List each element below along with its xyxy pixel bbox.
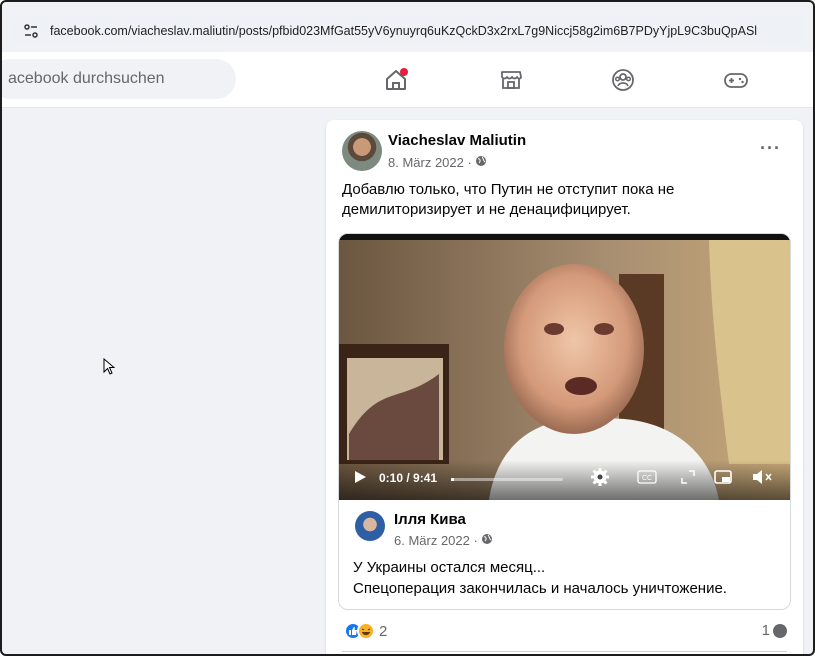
shared-date[interactable]: 6. März 2022 · [394, 533, 493, 548]
globe-icon [481, 533, 493, 548]
svg-text:CC: CC [642, 475, 652, 482]
more-options-button[interactable]: ··· [760, 138, 781, 159]
video-progress-fill [451, 478, 454, 481]
home-icon[interactable] [381, 65, 411, 95]
address-bar[interactable]: facebook.com/viacheslav.maliutin/posts/p… [10, 16, 807, 46]
play-icon[interactable] [353, 470, 367, 489]
post-date-text: 8. März 2022 · [388, 155, 472, 170]
mute-icon[interactable] [752, 469, 774, 490]
shared-author-avatar[interactable] [355, 511, 385, 541]
post-date[interactable]: 8. März 2022 · [388, 155, 487, 170]
captions-icon[interactable]: CC [637, 470, 657, 489]
shared-author[interactable]: Ілля Кива [394, 511, 466, 528]
video-progress[interactable] [451, 478, 563, 481]
facebook-topbar: acebook durchsuchen [2, 52, 813, 108]
miniplayer-icon[interactable] [714, 470, 732, 489]
comments-count-button[interactable]: 1 [762, 622, 787, 639]
mouse-pointer-icon [103, 357, 116, 381]
shared-text: У Украины остался месяц... Спецоперация … [353, 557, 727, 599]
notification-dot [400, 68, 408, 76]
shared-text-line-2: Спецоперация закончилась и началось унич… [353, 580, 727, 597]
haha-reaction-icon [357, 622, 375, 640]
author-avatar[interactable] [342, 131, 382, 171]
shared-text-line-1: У Украины остался месяц... [353, 559, 546, 576]
url-text[interactable]: facebook.com/viacheslav.maliutin/posts/p… [50, 24, 757, 38]
tune-icon[interactable] [20, 20, 42, 42]
search-input[interactable]: acebook durchsuchen [2, 59, 236, 99]
settings-icon[interactable] [590, 467, 610, 492]
browser-window: facebook.com/viacheslav.maliutin/posts/p… [0, 0, 815, 656]
gaming-icon[interactable] [721, 65, 751, 95]
post-card: Viacheslav Maliutin 8. März 2022 · ··· Д… [326, 120, 803, 654]
post-text: Добавлю только, что Путин не отступит по… [342, 181, 675, 218]
shared-post[interactable]: 0:10 / 9:41 CC Ілля Кива 6. März 2022 · … [338, 233, 791, 610]
post-author[interactable]: Viacheslav Maliutin [388, 132, 526, 149]
groups-icon[interactable] [608, 65, 638, 95]
video-player[interactable]: 0:10 / 9:41 CC [339, 234, 790, 500]
search-placeholder: acebook durchsuchen [8, 70, 165, 87]
reactions[interactable]: 2 [344, 622, 387, 640]
fullscreen-icon[interactable] [681, 470, 695, 489]
reactions-count: 2 [379, 622, 388, 640]
post-divider [342, 651, 787, 652]
globe-icon [475, 155, 487, 170]
comment-icon [773, 623, 787, 638]
marketplace-icon[interactable] [496, 65, 526, 95]
shared-date-text: 6. März 2022 · [394, 533, 478, 548]
video-time: 0:10 / 9:41 [379, 471, 438, 485]
comments-count: 1 [761, 622, 770, 639]
